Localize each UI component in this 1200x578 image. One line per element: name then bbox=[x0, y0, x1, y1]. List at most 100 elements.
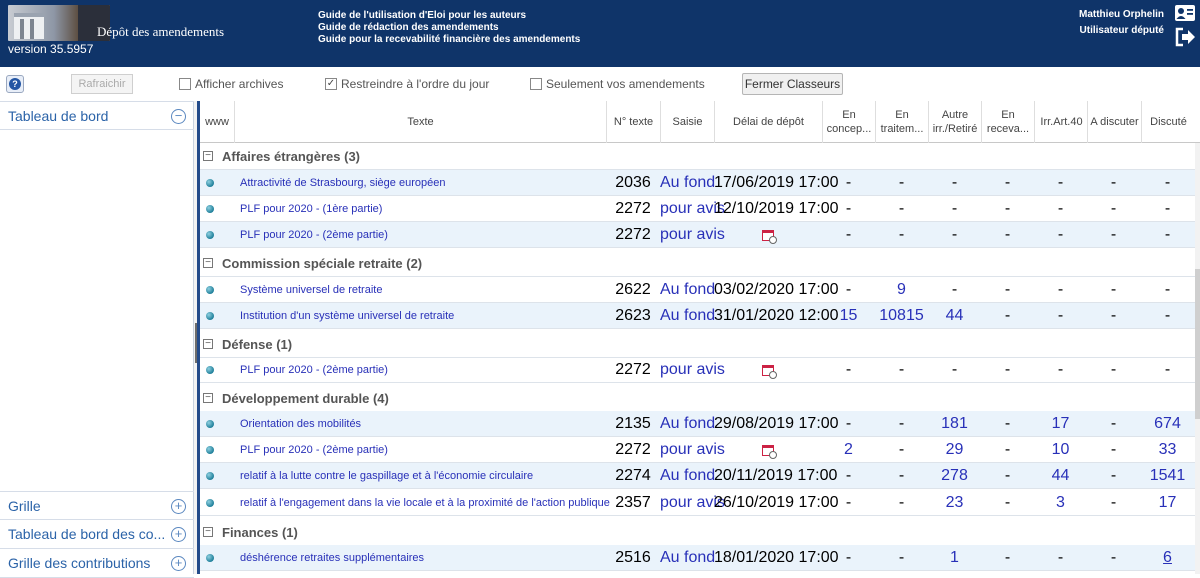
group-header[interactable]: − Finances (1) bbox=[200, 519, 1195, 546]
num-texte: 2357 bbox=[615, 494, 651, 511]
expand-icon[interactable]: + bbox=[171, 556, 186, 571]
table-row[interactable]: PLF pour 2020 - (1ère partie) 2272 pour av… bbox=[200, 196, 1195, 222]
cell-autre[interactable]: 278 bbox=[928, 463, 981, 489]
cell-discuter: - bbox=[1110, 281, 1117, 298]
saisie-link[interactable]: Au fond bbox=[660, 411, 715, 437]
table-row[interactable]: Institution d'un système universel de re… bbox=[200, 303, 1195, 329]
close-folders-button[interactable]: Fermer Classeurs bbox=[742, 73, 843, 95]
cell-irr: - bbox=[1057, 361, 1064, 378]
cell-irr[interactable]: 17 bbox=[1034, 411, 1087, 437]
collapse-icon[interactable]: − bbox=[171, 109, 186, 124]
texte-link[interactable]: PLF pour 2020 - (1ère partie) bbox=[240, 196, 382, 222]
calendar-icon[interactable] bbox=[762, 230, 777, 244]
only-mine-checkbox[interactable]: Seulement vos amendements bbox=[530, 77, 705, 91]
table-row[interactable]: PLF pour 2020 - (2ème partie) 2272 pour av… bbox=[200, 357, 1195, 383]
cell-discute[interactable]: 33 bbox=[1141, 437, 1194, 463]
cell-autre[interactable]: 29 bbox=[928, 437, 981, 463]
collapse-group-icon[interactable]: − bbox=[203, 258, 213, 268]
cell-discute: - bbox=[1164, 226, 1171, 243]
panel-dashboard-contrib-label: Tableau de bord des co... bbox=[8, 526, 166, 542]
saisie-link[interactable]: Au fond bbox=[660, 277, 715, 303]
table-row[interactable]: relatif à l'engagement dans la vie local… bbox=[200, 490, 1195, 516]
expand-icon[interactable]: + bbox=[171, 527, 186, 542]
cell-irr[interactable]: 44 bbox=[1034, 463, 1087, 489]
saisie-link[interactable]: Au fond bbox=[660, 303, 715, 329]
cell-concep: - bbox=[845, 281, 852, 298]
cell-irr[interactable]: 10 bbox=[1034, 437, 1087, 463]
guide-link-redaction[interactable]: Guide de rédaction des amendements bbox=[318, 22, 580, 34]
guide-link-authors[interactable]: Guide de l'utilisation d'Eloi pour les a… bbox=[318, 10, 580, 22]
cell-discute[interactable]: 6 bbox=[1141, 545, 1194, 571]
table-row[interactable]: PLF pour 2020 - (2ème partie) 2272 pour av… bbox=[200, 222, 1195, 248]
cell-autre[interactable]: 181 bbox=[928, 411, 981, 437]
collapse-group-icon[interactable]: − bbox=[203, 527, 213, 537]
group-header[interactable]: − Commission spéciale retraite (2) bbox=[200, 250, 1195, 277]
calendar-icon[interactable] bbox=[762, 445, 777, 459]
saisie-link[interactable]: Au fond bbox=[660, 463, 715, 489]
collapse-group-icon[interactable]: − bbox=[203, 339, 213, 349]
app-header: Dépôt des amendements version 35.5957 Gu… bbox=[0, 0, 1200, 67]
status-dot-icon bbox=[206, 499, 214, 507]
texte-link[interactable]: Institution d'un système universel de re… bbox=[240, 303, 454, 329]
collapse-group-icon[interactable]: − bbox=[203, 393, 213, 403]
texte-link[interactable]: déshérence retraites supplémentaires bbox=[240, 545, 424, 571]
group-header[interactable]: − Affaires étrangères (3) bbox=[200, 143, 1195, 170]
expand-icon[interactable]: + bbox=[171, 499, 186, 514]
show-archives-checkbox[interactable]: Afficher archives bbox=[179, 77, 283, 91]
group-header[interactable]: − Défense (1) bbox=[200, 331, 1195, 358]
panel-dashboard-contrib[interactable]: Tableau de bord des co... + bbox=[0, 520, 194, 549]
cell-discute[interactable]: 674 bbox=[1141, 411, 1194, 437]
saisie-link[interactable]: pour avis bbox=[660, 490, 725, 516]
saisie-link[interactable]: pour avis bbox=[660, 222, 725, 248]
cell-autre[interactable]: 1 bbox=[928, 545, 981, 571]
texte-link[interactable]: PLF pour 2020 - (2ème partie) bbox=[240, 437, 388, 463]
help-button[interactable]: ? bbox=[6, 75, 24, 93]
texte-link[interactable]: Orientation des mobilités bbox=[240, 411, 361, 437]
cell-irr[interactable]: 3 bbox=[1034, 490, 1087, 516]
cell-trait: - bbox=[898, 200, 905, 217]
saisie-link[interactable]: pour avis bbox=[660, 437, 725, 463]
cell-trait[interactable]: 9 bbox=[875, 277, 928, 303]
texte-link[interactable]: Système universel de retraite bbox=[240, 277, 382, 303]
texte-link[interactable]: Attractivité de Strasbourg, siège europé… bbox=[240, 170, 445, 196]
guide-link-recevabilite[interactable]: Guide pour la recevabilité financière de… bbox=[318, 34, 580, 46]
refresh-button[interactable]: Rafraichir bbox=[71, 74, 133, 94]
cell-concep[interactable]: 2 bbox=[822, 437, 875, 463]
texte-link[interactable]: relatif à l'engagement dans la vie local… bbox=[240, 490, 610, 516]
saisie-link[interactable]: Au fond bbox=[660, 170, 715, 196]
cell-discute: - bbox=[1164, 200, 1171, 217]
table-row[interactable]: Orientation des mobilités 2135 Au fond 29/0… bbox=[200, 411, 1195, 437]
saisie-link[interactable]: pour avis bbox=[660, 357, 725, 383]
texte-link[interactable]: relatif à la lutte contre le gaspillage … bbox=[240, 463, 533, 489]
table-row[interactable]: Attractivité de Strasbourg, siège europé… bbox=[200, 170, 1195, 196]
restrict-agenda-checkbox[interactable]: ✓ Restreindre à l'ordre du jour bbox=[325, 77, 489, 91]
table-row[interactable]: relatif à la lutte contre le gaspillage … bbox=[200, 463, 1195, 489]
cell-discute: - bbox=[1164, 361, 1171, 378]
cell-autre[interactable]: 44 bbox=[928, 303, 981, 329]
group-title: Commission spéciale retraite (2) bbox=[222, 256, 423, 271]
texte-link[interactable]: PLF pour 2020 - (2ème partie) bbox=[240, 357, 388, 383]
panel-dashboard[interactable]: Tableau de bord − bbox=[0, 101, 194, 130]
collapse-group-icon[interactable]: − bbox=[203, 151, 213, 161]
cell-discuter: - bbox=[1110, 441, 1117, 458]
group-header[interactable]: − Développement durable (4) bbox=[200, 385, 1195, 412]
cell-concep: - bbox=[845, 467, 852, 484]
user-card-icon[interactable] bbox=[1174, 4, 1196, 24]
cell-irr: - bbox=[1057, 174, 1064, 191]
calendar-icon[interactable] bbox=[762, 365, 777, 379]
logout-icon[interactable] bbox=[1174, 27, 1196, 47]
table-row[interactable]: déshérence retraites supplémentaires 2516… bbox=[200, 545, 1195, 571]
saisie-link[interactable]: Au fond bbox=[660, 545, 715, 571]
texte-link[interactable]: PLF pour 2020 - (2ème partie) bbox=[240, 222, 388, 248]
cell-trait[interactable]: 10815 bbox=[875, 303, 928, 329]
cell-discute[interactable]: 17 bbox=[1141, 490, 1194, 516]
table-row[interactable]: Système universel de retraite 2622 Au fond… bbox=[200, 277, 1195, 303]
saisie-link[interactable]: pour avis bbox=[660, 196, 725, 222]
cell-autre[interactable]: 23 bbox=[928, 490, 981, 516]
cell-discute[interactable]: 1541 bbox=[1141, 463, 1194, 489]
cell-concep[interactable]: 15 bbox=[822, 303, 875, 329]
panel-grid[interactable]: Grille + bbox=[0, 491, 194, 520]
cell-recev: - bbox=[1004, 549, 1011, 566]
table-row[interactable]: PLF pour 2020 - (2ème partie) 2272 pour av… bbox=[200, 437, 1195, 463]
status-dot-icon bbox=[206, 472, 214, 480]
